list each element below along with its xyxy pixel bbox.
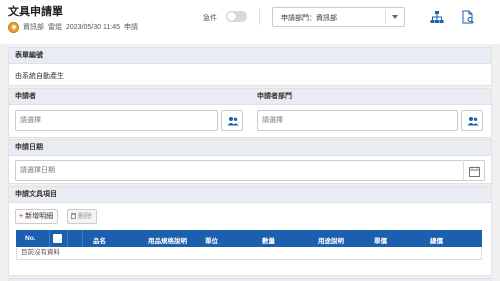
page-header: 文具申請單 資訊部 雷焜 2023/05/30 11:45 申請 急件 申請部門… [0, 0, 500, 44]
chevron-down-icon[interactable] [385, 10, 404, 24]
items-table-header: No. 品名 用品規格說明 單位 數量 用途說明 單價 總價 [16, 230, 482, 247]
department-picker-button[interactable] [461, 110, 483, 131]
apply-date-field[interactable]: 請選擇日期 [15, 160, 464, 181]
applicant-department-field[interactable]: 請選擇 [257, 110, 458, 131]
applicant-department-label: 申請者部門 [257, 93, 292, 100]
apply-date-label: 申請日期 [9, 140, 491, 156]
column-header-item-name: 品名 [93, 238, 106, 245]
select-all-checkbox[interactable] [53, 234, 62, 243]
org-chart-icon[interactable] [430, 10, 444, 24]
applicant-picker-button[interactable] [221, 110, 243, 131]
column-header-spec: 用品規格說明 [148, 238, 187, 245]
add-detail-button[interactable]: + 新增明細 [15, 209, 59, 224]
status-badge: 申請 [123, 24, 138, 31]
plus-icon: + [19, 213, 24, 220]
apply-date-section: 申請日期 請選擇日期 [8, 139, 492, 184]
form-number-value: 由系統自動產生 [15, 73, 64, 80]
page-title: 文具申請單 [8, 6, 63, 18]
column-header-no: No. [25, 235, 36, 242]
calendar-button[interactable] [463, 160, 485, 181]
divider [259, 9, 260, 25]
users-icon [227, 117, 239, 126]
items-table: No. 品名 用品規格說明 單位 數量 用途說明 單價 總價 目前沒有資料 [16, 230, 482, 260]
calendar-icon [469, 166, 480, 177]
trash-icon [71, 213, 76, 219]
applicant-dept: 資訊部 [23, 24, 44, 31]
applicant-field[interactable]: 請選擇 [15, 110, 218, 131]
urgent-toggle[interactable] [226, 11, 247, 22]
form-content: 表單編號 由系統自動產生 申請者 申請者部門 請選擇 請選擇 申請日期 請選擇日… [0, 44, 500, 281]
users-icon [467, 117, 479, 126]
column-header-total-price: 總價 [430, 238, 443, 245]
form-number-label: 表單編號 [9, 48, 491, 64]
urgent-label: 急件 [203, 15, 217, 22]
avatar [8, 21, 19, 33]
delete-label: 刪除 [78, 213, 92, 220]
column-divider [49, 230, 50, 247]
form-number-section: 表單編號 由系統自動產生 [8, 47, 492, 86]
applicant-meta: 資訊部 雷焜 2023/05/30 11:45 申請 [8, 20, 142, 34]
column-header-quantity: 數量 [262, 238, 275, 245]
items-label: 申請文具項目 [9, 187, 491, 203]
column-header-unit-price: 單價 [374, 238, 387, 245]
department-select-value: 申請部門：資訊部 [281, 15, 337, 22]
column-divider [82, 230, 83, 247]
applicant-label: 申請者 [15, 93, 36, 100]
items-empty-message: 目前沒有資料 [16, 247, 482, 260]
column-divider [67, 230, 68, 247]
add-detail-label: 新增明細 [25, 213, 54, 220]
applicant-header-row: 申請者 申請者部門 [9, 89, 491, 105]
column-header-purpose: 用途說明 [318, 238, 344, 245]
document-search-icon[interactable] [461, 10, 475, 24]
apply-datetime: 2023/05/30 11:45 [66, 23, 120, 31]
department-select[interactable]: 申請部門：資訊部 [272, 7, 405, 27]
applicant-name: 雷焜 [48, 24, 62, 31]
column-header-unit: 單位 [205, 238, 218, 245]
delete-button[interactable]: 刪除 [67, 209, 97, 224]
applicant-section: 申請者 申請者部門 請選擇 請選擇 [8, 88, 492, 138]
